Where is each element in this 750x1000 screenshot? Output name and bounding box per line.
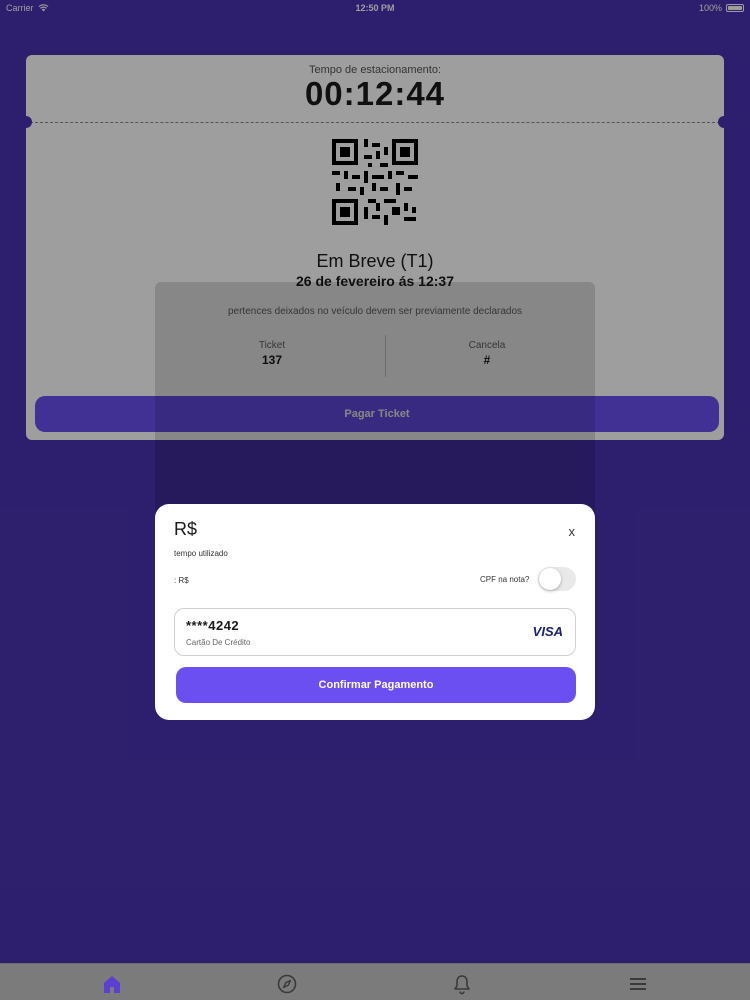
payment-card-selector[interactable]: ****4242 Cartão De Crédito VISA xyxy=(174,608,576,656)
compass-icon xyxy=(277,974,297,994)
tab-menu[interactable] xyxy=(627,973,649,995)
tab-notifications[interactable] xyxy=(451,973,473,995)
card-type: Cartão De Crédito xyxy=(186,638,251,647)
amount-label: : R$ xyxy=(174,576,189,585)
tab-home[interactable] xyxy=(101,973,123,995)
confirm-payment-button[interactable]: Confirmar Pagamento xyxy=(176,667,576,703)
tab-bar xyxy=(0,963,750,1000)
home-icon xyxy=(104,976,120,993)
amount-currency: R$ xyxy=(174,519,198,539)
toggle-knob xyxy=(539,568,561,590)
tab-explore[interactable] xyxy=(276,973,298,995)
cpf-label: CPF na nota? xyxy=(480,575,530,584)
card-number: ****4242 xyxy=(186,618,240,633)
time-used-label: tempo utilizado xyxy=(174,549,228,558)
bell-icon xyxy=(454,975,470,995)
close-button[interactable]: x xyxy=(569,524,576,539)
menu-icon xyxy=(630,978,646,990)
visa-logo-icon: VISA xyxy=(532,624,563,639)
payment-modal: R$ x tempo utilizado : R$ CPF na nota? *… xyxy=(155,504,595,720)
cpf-toggle[interactable] xyxy=(538,567,576,591)
